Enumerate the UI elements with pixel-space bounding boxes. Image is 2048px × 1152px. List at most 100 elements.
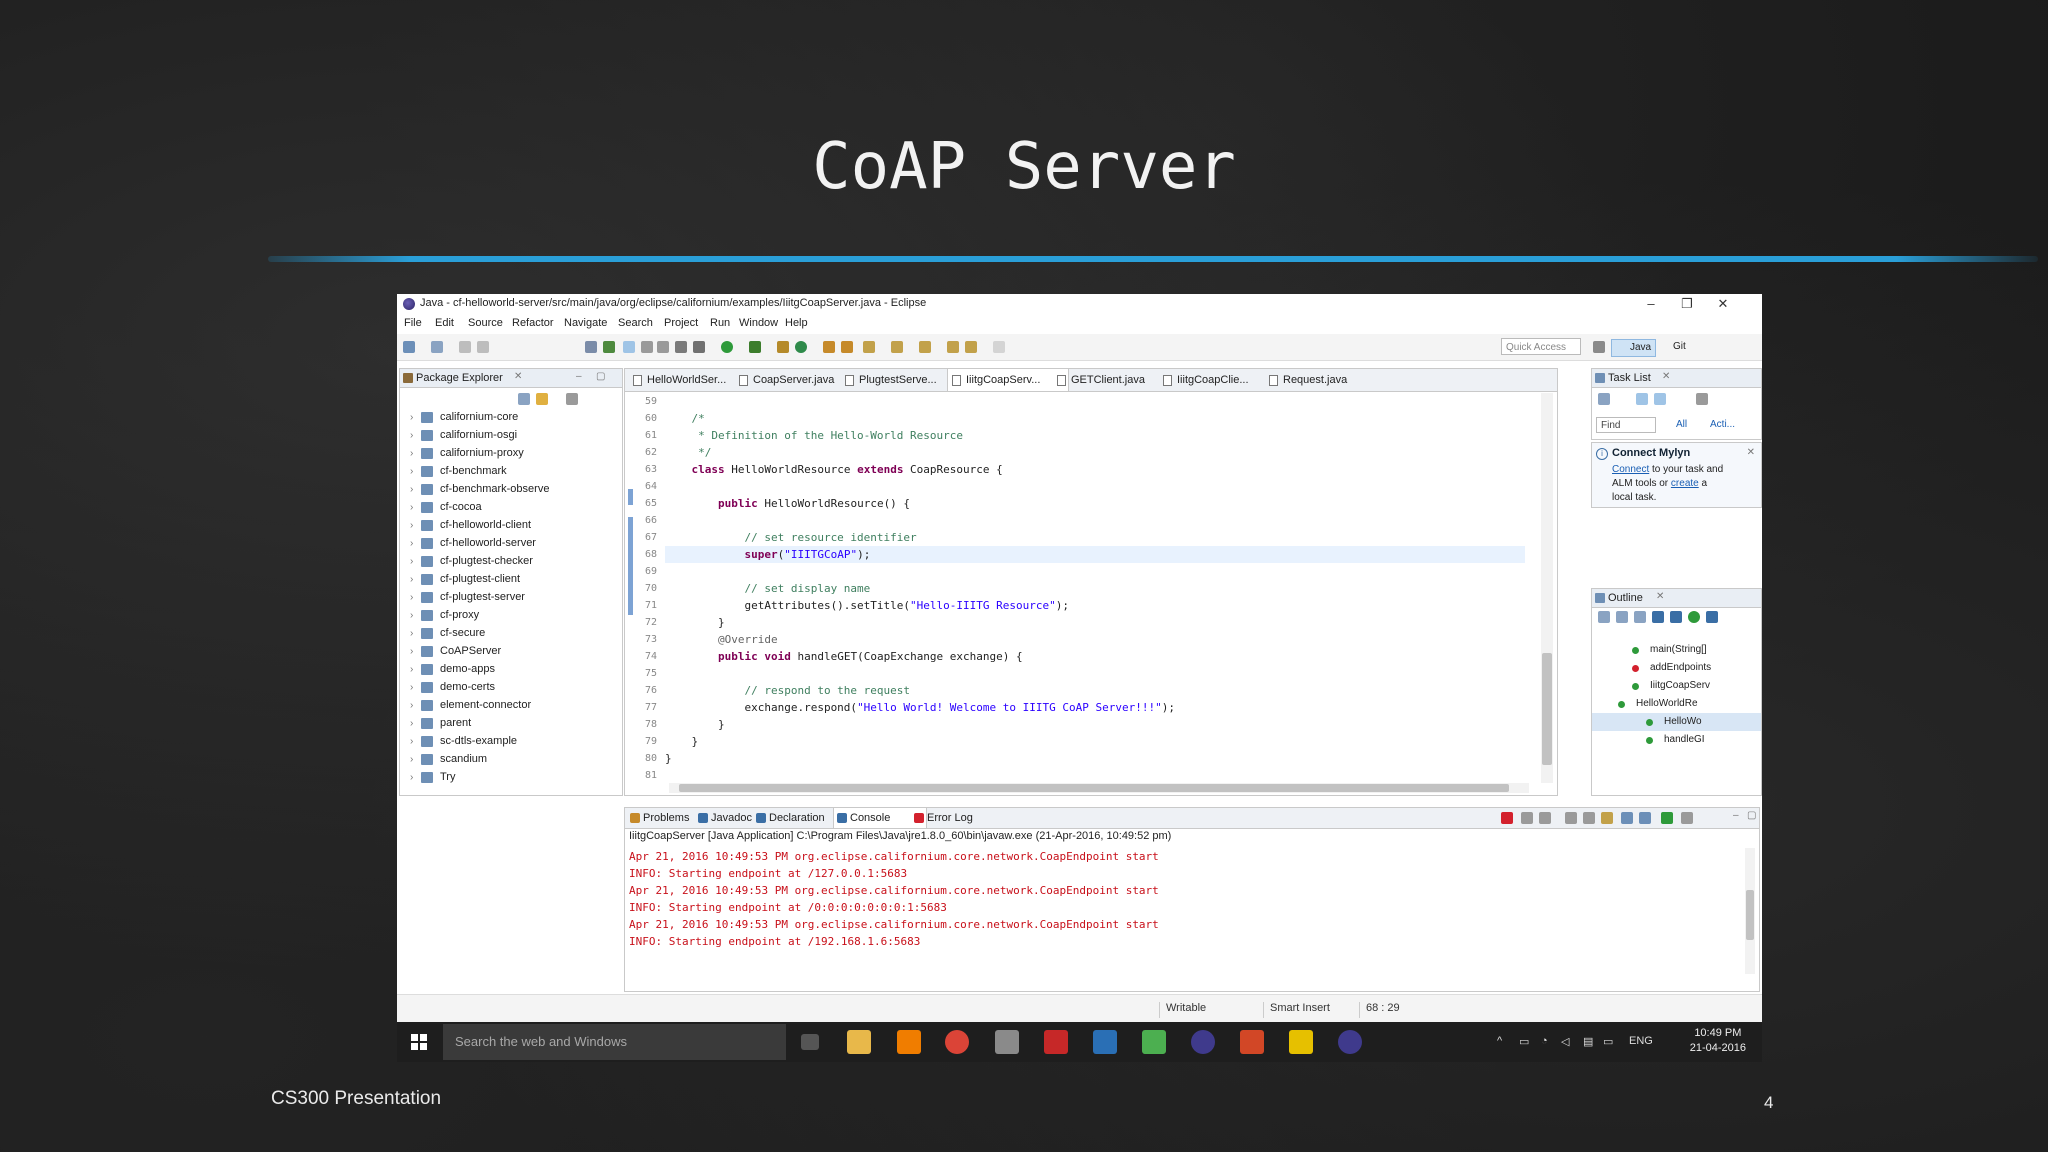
- project-item[interactable]: › cf-secure: [400, 625, 622, 643]
- git-perspective-button[interactable]: Git: [1655, 339, 1690, 355]
- code-line[interactable]: 76 // respond to the request: [645, 682, 1525, 699]
- sort-icon[interactable]: [1616, 611, 1628, 623]
- close-view-icon[interactable]: ✕: [514, 371, 522, 382]
- code-area[interactable]: 59 60 /* 61 * Definition of the Hello-Worl…: [645, 393, 1525, 781]
- expand-arrow-icon[interactable]: ›: [410, 682, 413, 693]
- project-item[interactable]: › cf-plugtest-client: [400, 571, 622, 589]
- code-line[interactable]: 65 public HelloWorldResource() {: [645, 495, 1525, 512]
- search-icon[interactable]: [863, 341, 875, 353]
- menu-navigate[interactable]: Navigate: [564, 317, 607, 329]
- block-select-icon[interactable]: [641, 341, 653, 353]
- tray-chevron-icon[interactable]: ^: [1497, 1035, 1502, 1047]
- next-annotation-icon[interactable]: [891, 341, 903, 353]
- hide-static-icon[interactable]: [1652, 611, 1664, 623]
- menu-file[interactable]: File: [404, 317, 422, 329]
- annotation-icon[interactable]: [603, 341, 615, 353]
- project-item[interactable]: › element-connector: [400, 697, 622, 715]
- expand-arrow-icon[interactable]: ›: [410, 646, 413, 657]
- console-scrollbar[interactable]: [1745, 848, 1755, 974]
- project-item[interactable]: › cf-benchmark: [400, 463, 622, 481]
- battery-icon[interactable]: ▭: [1519, 1035, 1529, 1048]
- code-line[interactable]: 70 // set display name: [645, 580, 1525, 597]
- code-line[interactable]: 72 }: [645, 614, 1525, 631]
- show-console-icon[interactable]: [1601, 812, 1613, 824]
- save-all-icon[interactable]: [477, 341, 489, 353]
- java-perspective-button[interactable]: Java: [1611, 339, 1657, 357]
- code-line[interactable]: 79 }: [645, 733, 1525, 750]
- open-type-icon[interactable]: [431, 341, 443, 353]
- eclipse-taskbar-icon-2[interactable]: [1338, 1030, 1362, 1054]
- outline-item[interactable]: main(String[]: [1592, 641, 1761, 659]
- code-line[interactable]: 66: [645, 512, 1525, 529]
- back-icon[interactable]: [965, 341, 977, 353]
- expand-arrow-icon[interactable]: ›: [410, 754, 413, 765]
- editor-tab[interactable]: IiitgCoapClie...: [1159, 369, 1279, 391]
- hide-local-types-icon[interactable]: [1688, 611, 1700, 623]
- code-line[interactable]: 75: [645, 665, 1525, 682]
- code-line[interactable]: 77 exchange.respond("Hello World! Welcom…: [645, 699, 1525, 716]
- project-item[interactable]: › cf-cocoa: [400, 499, 622, 517]
- package-explorer-tab[interactable]: Package Explorer ✕ – ▢: [400, 369, 622, 388]
- categorized-icon[interactable]: [1636, 393, 1648, 405]
- vlc-icon[interactable]: [897, 1030, 921, 1054]
- minimize-console-icon[interactable]: –: [1733, 810, 1739, 821]
- minimize-view-icon[interactable]: –: [576, 371, 582, 382]
- expand-arrow-icon[interactable]: ›: [410, 718, 413, 729]
- editor-vertical-scrollbar[interactable]: [1541, 393, 1553, 783]
- restore-button[interactable]: ❐: [1669, 294, 1705, 314]
- code-line[interactable]: 63 class HelloWorldResource extends Coap…: [645, 461, 1525, 478]
- expand-arrow-icon[interactable]: ›: [410, 556, 413, 567]
- code-line[interactable]: 62 */: [645, 444, 1525, 461]
- editor-horizontal-scrollbar[interactable]: [669, 783, 1529, 793]
- terminate-icon[interactable]: [1501, 812, 1513, 824]
- close-button[interactable]: ✕: [1705, 294, 1741, 314]
- code-line[interactable]: 60 /*: [645, 410, 1525, 427]
- paragraph-icon[interactable]: [675, 341, 687, 353]
- external-tools-icon[interactable]: [777, 341, 789, 353]
- close-task-list-icon[interactable]: ✕: [1662, 371, 1670, 382]
- console-scroll-thumb[interactable]: [1746, 890, 1754, 940]
- code-line[interactable]: 68 super("IIITGCoAP");: [645, 546, 1525, 563]
- pin-console-icon[interactable]: [1621, 812, 1633, 824]
- code-line[interactable]: 81: [645, 767, 1525, 784]
- expand-arrow-icon[interactable]: ›: [410, 772, 413, 783]
- taskbar-search-input[interactable]: Search the web and Windows: [443, 1024, 786, 1060]
- windows-start-icon[interactable]: [411, 1034, 427, 1050]
- chrome-icon[interactable]: [945, 1030, 969, 1054]
- outline-item[interactable]: handleGI: [1592, 731, 1761, 749]
- prev-annotation-icon[interactable]: [919, 341, 931, 353]
- remove-launch-icon[interactable]: [1521, 812, 1533, 824]
- new-package-icon[interactable]: [823, 341, 835, 353]
- project-item[interactable]: › californium-osgi: [400, 427, 622, 445]
- code-line[interactable]: 61 * Definition of the Hello-World Resou…: [645, 427, 1525, 444]
- keyboard-icon[interactable]: ▭: [1603, 1035, 1613, 1048]
- acrobat-icon[interactable]: [1044, 1030, 1068, 1054]
- project-item[interactable]: › cf-benchmark-observe: [400, 481, 622, 499]
- expand-arrow-icon[interactable]: ›: [410, 520, 413, 531]
- action-center-icon[interactable]: ▤: [1583, 1035, 1593, 1048]
- console-menu-icon[interactable]: [1681, 812, 1693, 824]
- outline-menu-icon[interactable]: [1706, 611, 1718, 623]
- outline-item[interactable]: IiitgCoapServ: [1592, 677, 1761, 695]
- store-icon[interactable]: [995, 1030, 1019, 1054]
- project-item[interactable]: › scandium: [400, 751, 622, 769]
- outline-item[interactable]: HelloWorldRe: [1592, 695, 1761, 713]
- project-item[interactable]: › sc-dtls-example: [400, 733, 622, 751]
- language-indicator[interactable]: ENG: [1629, 1035, 1653, 1047]
- new-class-icon[interactable]: [841, 341, 853, 353]
- scroll-lock-icon[interactable]: [1583, 812, 1595, 824]
- outline-tab[interactable]: Outline ✕: [1592, 589, 1761, 608]
- task-list-tab[interactable]: Task List ✕: [1592, 369, 1761, 388]
- editor-hscroll-thumb[interactable]: [679, 784, 1509, 792]
- code-line[interactable]: 73 @Override: [645, 631, 1525, 648]
- menu-run[interactable]: Run: [710, 317, 730, 329]
- console-tab[interactable]: Error Log: [911, 808, 1003, 828]
- maximize-view-icon[interactable]: ▢: [596, 371, 605, 382]
- expand-arrow-icon[interactable]: ›: [410, 664, 413, 675]
- volume-icon[interactable]: ◁: [1561, 1035, 1569, 1048]
- hide-completed-icon[interactable]: [1696, 393, 1708, 405]
- expand-arrow-icon[interactable]: ›: [410, 448, 413, 459]
- highlight-icon[interactable]: [623, 341, 635, 353]
- last-edit-icon[interactable]: [947, 341, 959, 353]
- hide-nonpublic-icon[interactable]: [1670, 611, 1682, 623]
